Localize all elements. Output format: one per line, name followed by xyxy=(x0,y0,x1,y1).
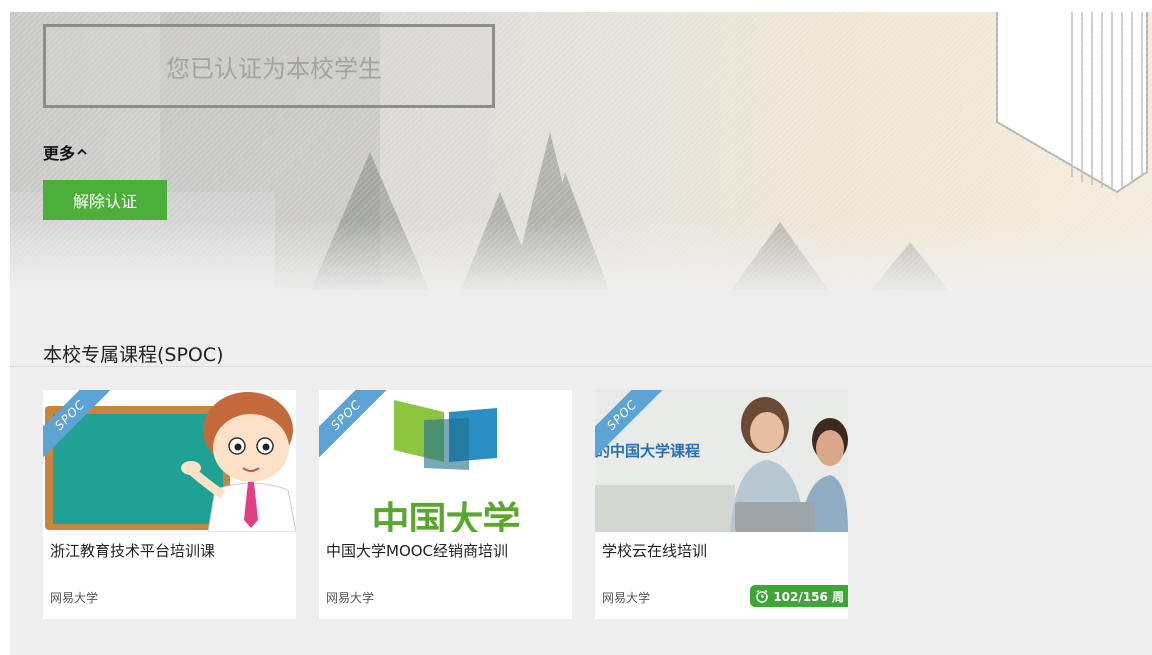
page: 您已认证为本校学生 更多 解除认证 本校专属课程(SPOC) SPOC 浙江教育… xyxy=(0,0,1152,655)
more-label: 更多 xyxy=(43,144,76,163)
course-card[interactable]: 的中国大学课程 SPOC 学校云在线培训 网易大学 102/156 周 xyxy=(595,390,848,619)
course-thumbnail: SPOC xyxy=(43,390,296,532)
week-progress-text: 102/156 周 xyxy=(773,589,844,604)
course-school: 网易大学 xyxy=(602,591,651,605)
course-card[interactable]: 中国大学MOOC SPOC 中国大学MOOC经销商培训 网易大学 xyxy=(319,390,572,619)
certification-status-box: 您已认证为本校学生 xyxy=(43,24,495,108)
course-title[interactable]: 学校云在线培训 xyxy=(602,540,707,561)
course-card[interactable]: SPOC 浙江教育技术平台培训课 网易大学 xyxy=(43,390,296,619)
course-title[interactable]: 中国大学MOOC经销商培训 xyxy=(326,540,508,561)
chevron-up-icon xyxy=(77,148,87,155)
alarm-clock-icon xyxy=(756,589,769,603)
course-thumbnail: 的中国大学课程 SPOC xyxy=(595,390,848,532)
course-school: 网易大学 xyxy=(326,591,375,605)
thumbnail-heading: 的中国大学课程 xyxy=(595,442,701,460)
week-progress-badge: 102/156 周 xyxy=(750,585,848,607)
course-school: 网易大学 xyxy=(50,591,99,605)
section-divider xyxy=(10,366,1152,367)
spoc-section: 本校专属课程(SPOC) SPOC 浙江教育技术平台培训课 网易大学 中国大学 … xyxy=(10,290,1152,655)
course-title[interactable]: 浙江教育技术平台培训课 xyxy=(50,540,215,561)
certification-status-text: 您已认证为本校学生 xyxy=(166,54,382,83)
unbind-certification-button[interactable]: 解除认证 xyxy=(43,180,167,220)
mooc-logo-text: 中国大学MOOC xyxy=(371,499,520,532)
section-title: 本校专属课程(SPOC) xyxy=(43,344,224,366)
banner-fade xyxy=(10,220,1152,290)
more-toggle[interactable]: 更多 xyxy=(43,140,87,164)
course-thumbnail: 中国大学MOOC SPOC xyxy=(319,390,572,532)
school-banner: 您已认证为本校学生 更多 解除认证 xyxy=(10,12,1152,290)
